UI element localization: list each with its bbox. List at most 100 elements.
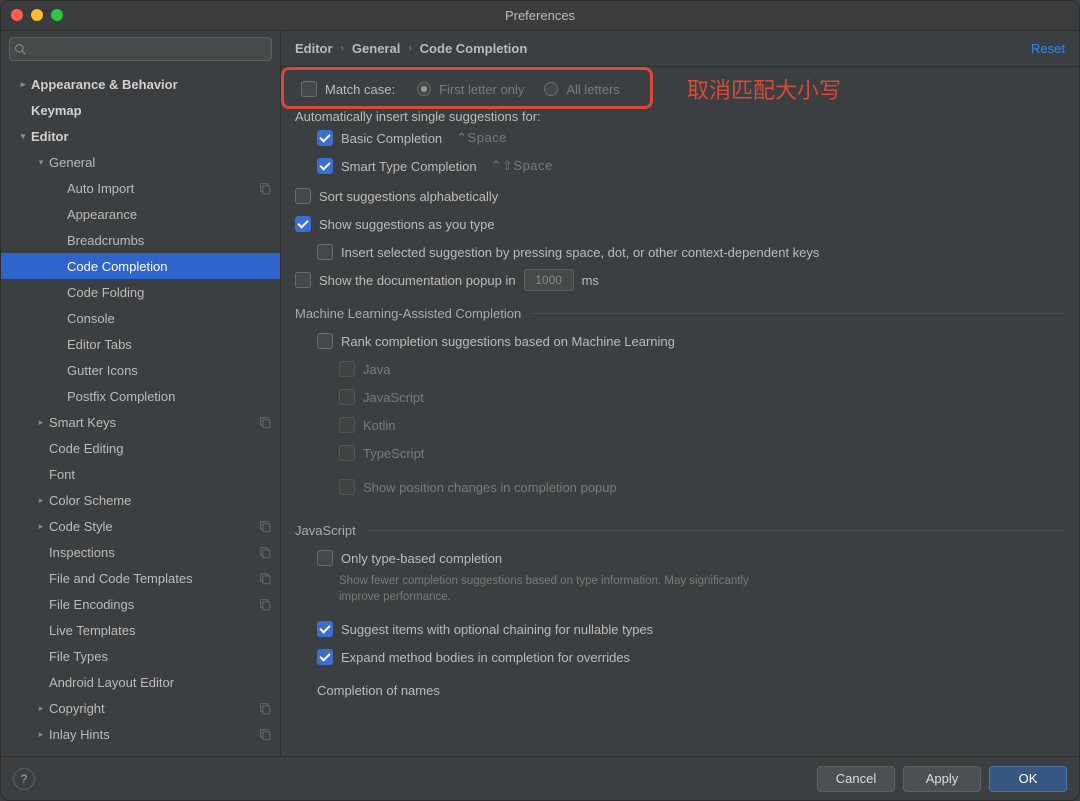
match-case-checkbox[interactable] bbox=[301, 81, 317, 97]
sidebar-item-label: File and Code Templates bbox=[49, 571, 258, 586]
sidebar-item-label: Editor bbox=[31, 129, 272, 144]
sidebar-item-general[interactable]: ▾General bbox=[1, 149, 280, 175]
sidebar-item-label: Copyright bbox=[49, 701, 258, 716]
chevron-right-icon[interactable]: ▸ bbox=[33, 703, 49, 714]
help-button[interactable]: ? bbox=[13, 768, 35, 790]
sidebar-item-label: Android Layout Editor bbox=[49, 675, 272, 690]
chevron-right-icon: › bbox=[408, 43, 411, 54]
all-letters-radio[interactable] bbox=[544, 82, 558, 96]
sort-alpha-checkbox[interactable] bbox=[295, 188, 311, 204]
copy-settings-icon[interactable] bbox=[258, 571, 272, 585]
sidebar-item-smart-keys[interactable]: ▸Smart Keys bbox=[1, 409, 280, 435]
sidebar-item-code-completion[interactable]: Code Completion bbox=[1, 253, 280, 279]
sidebar-item-appearance[interactable]: Appearance bbox=[1, 201, 280, 227]
copy-settings-icon[interactable] bbox=[258, 727, 272, 741]
minimize-icon[interactable] bbox=[31, 9, 43, 21]
only-type-checkbox[interactable] bbox=[317, 550, 333, 566]
sidebar-item-copyright[interactable]: ▸Copyright bbox=[1, 695, 280, 721]
sidebar-item-live-templates[interactable]: Live Templates bbox=[1, 617, 280, 643]
smart-completion-checkbox[interactable] bbox=[317, 158, 333, 174]
settings-tree[interactable]: ▸Appearance & BehaviorKeymap▾Editor▾Gene… bbox=[1, 67, 280, 756]
maximize-icon[interactable] bbox=[51, 9, 63, 21]
copy-settings-icon[interactable] bbox=[258, 181, 272, 195]
sidebar-item-breadcrumbs[interactable]: Breadcrumbs bbox=[1, 227, 280, 253]
chevron-down-icon[interactable]: ▾ bbox=[15, 131, 31, 142]
sidebar-item-console[interactable]: Console bbox=[1, 305, 280, 331]
titlebar: Preferences bbox=[1, 1, 1079, 31]
ml-java-checkbox[interactable] bbox=[339, 361, 355, 377]
chevron-right-icon[interactable]: ▸ bbox=[33, 729, 49, 740]
sidebar-item-label: Inlay Hints bbox=[49, 727, 258, 742]
show-as-you-type-label: Show suggestions as you type bbox=[319, 217, 495, 232]
chevron-right-icon[interactable]: ▸ bbox=[33, 521, 49, 532]
sidebar-item-editor[interactable]: ▾Editor bbox=[1, 123, 280, 149]
preferences-window: Preferences ▸Appearance & Behavior Keymap… bbox=[0, 0, 1080, 801]
sidebar-item-inspections[interactable]: Inspections bbox=[1, 539, 280, 565]
first-letter-label: First letter only bbox=[439, 82, 524, 97]
sidebar-item-gutter-icons[interactable]: Gutter Icons bbox=[1, 357, 280, 383]
sidebar-item-label: Keymap bbox=[31, 103, 272, 118]
sidebar-item-label: Code Folding bbox=[67, 285, 272, 300]
crumb-editor[interactable]: Editor bbox=[295, 41, 333, 56]
completion-names-label: Completion of names bbox=[295, 683, 1065, 698]
suggest-chaining-label: Suggest items with optional chaining for… bbox=[341, 622, 653, 637]
insert-selected-checkbox[interactable] bbox=[317, 244, 333, 260]
search-icon bbox=[14, 43, 26, 55]
window-controls bbox=[11, 9, 63, 21]
sidebar-item-android-layout-editor[interactable]: Android Layout Editor bbox=[1, 669, 280, 695]
ml-kotlin-checkbox[interactable] bbox=[339, 417, 355, 433]
sidebar-item-file-types[interactable]: File Types bbox=[1, 643, 280, 669]
expand-bodies-checkbox[interactable] bbox=[317, 649, 333, 665]
breadcrumb: Editor › General › Code Completion bbox=[295, 41, 527, 56]
copy-settings-icon[interactable] bbox=[258, 545, 272, 559]
ml-javascript-checkbox[interactable] bbox=[339, 389, 355, 405]
divider bbox=[531, 313, 1065, 314]
window-title: Preferences bbox=[505, 8, 575, 23]
sidebar-item-postfix-completion[interactable]: Postfix Completion bbox=[1, 383, 280, 409]
rank-ml-checkbox[interactable] bbox=[317, 333, 333, 349]
expand-bodies-label: Expand method bodies in completion for o… bbox=[341, 650, 630, 665]
sidebar-item-code-style[interactable]: ▸Code Style bbox=[1, 513, 280, 539]
crumb-general[interactable]: General bbox=[352, 41, 400, 56]
show-as-you-type-checkbox[interactable] bbox=[295, 216, 311, 232]
doc-delay-input[interactable] bbox=[524, 269, 574, 291]
cancel-button[interactable]: Cancel bbox=[817, 766, 895, 792]
sidebar-item-inlay-hints[interactable]: ▸Inlay Hints bbox=[1, 721, 280, 747]
sidebar-item-color-scheme[interactable]: ▸Color Scheme bbox=[1, 487, 280, 513]
copy-settings-icon[interactable] bbox=[258, 701, 272, 715]
basic-shortcut: ⌃Space bbox=[456, 130, 507, 146]
sidebar-item-code-editing[interactable]: Code Editing bbox=[1, 435, 280, 461]
reset-link[interactable]: Reset bbox=[1031, 41, 1065, 56]
sidebar-item-appearance-behavior[interactable]: ▸Appearance & Behavior bbox=[1, 71, 280, 97]
basic-completion-checkbox[interactable] bbox=[317, 130, 333, 146]
ml-typescript-checkbox[interactable] bbox=[339, 445, 355, 461]
sidebar-item-font[interactable]: Font bbox=[1, 461, 280, 487]
chevron-right-icon[interactable]: ▸ bbox=[15, 79, 31, 90]
chevron-right-icon[interactable]: ▸ bbox=[33, 495, 49, 506]
copy-settings-icon[interactable] bbox=[258, 519, 272, 533]
sidebar-item-file-encodings[interactable]: File Encodings bbox=[1, 591, 280, 617]
sidebar-item-label: Code Completion bbox=[67, 259, 272, 274]
sidebar-item-auto-import[interactable]: Auto Import bbox=[1, 175, 280, 201]
search-input[interactable] bbox=[9, 37, 272, 61]
show-position-checkbox[interactable] bbox=[339, 479, 355, 495]
copy-settings-icon[interactable] bbox=[258, 415, 272, 429]
ml-javascript-label: JavaScript bbox=[363, 390, 424, 405]
sidebar-item-keymap[interactable]: Keymap bbox=[1, 97, 280, 123]
show-doc-checkbox[interactable] bbox=[295, 272, 311, 288]
auto-insert-label: Automatically insert single suggestions … bbox=[295, 109, 1065, 124]
sidebar-item-code-folding[interactable]: Code Folding bbox=[1, 279, 280, 305]
copy-settings-icon[interactable] bbox=[258, 597, 272, 611]
sort-alpha-label: Sort suggestions alphabetically bbox=[319, 189, 498, 204]
chevron-right-icon[interactable]: ▸ bbox=[33, 417, 49, 428]
chevron-down-icon[interactable]: ▾ bbox=[33, 157, 49, 168]
close-icon[interactable] bbox=[11, 9, 23, 21]
suggest-chaining-checkbox[interactable] bbox=[317, 621, 333, 637]
ok-button[interactable]: OK bbox=[989, 766, 1067, 792]
ml-kotlin-label: Kotlin bbox=[363, 418, 396, 433]
apply-button[interactable]: Apply bbox=[903, 766, 981, 792]
sidebar-item-editor-tabs[interactable]: Editor Tabs bbox=[1, 331, 280, 357]
sidebar-item-label: Console bbox=[67, 311, 272, 326]
sidebar-item-file-and-code-templates[interactable]: File and Code Templates bbox=[1, 565, 280, 591]
first-letter-radio[interactable] bbox=[417, 82, 431, 96]
